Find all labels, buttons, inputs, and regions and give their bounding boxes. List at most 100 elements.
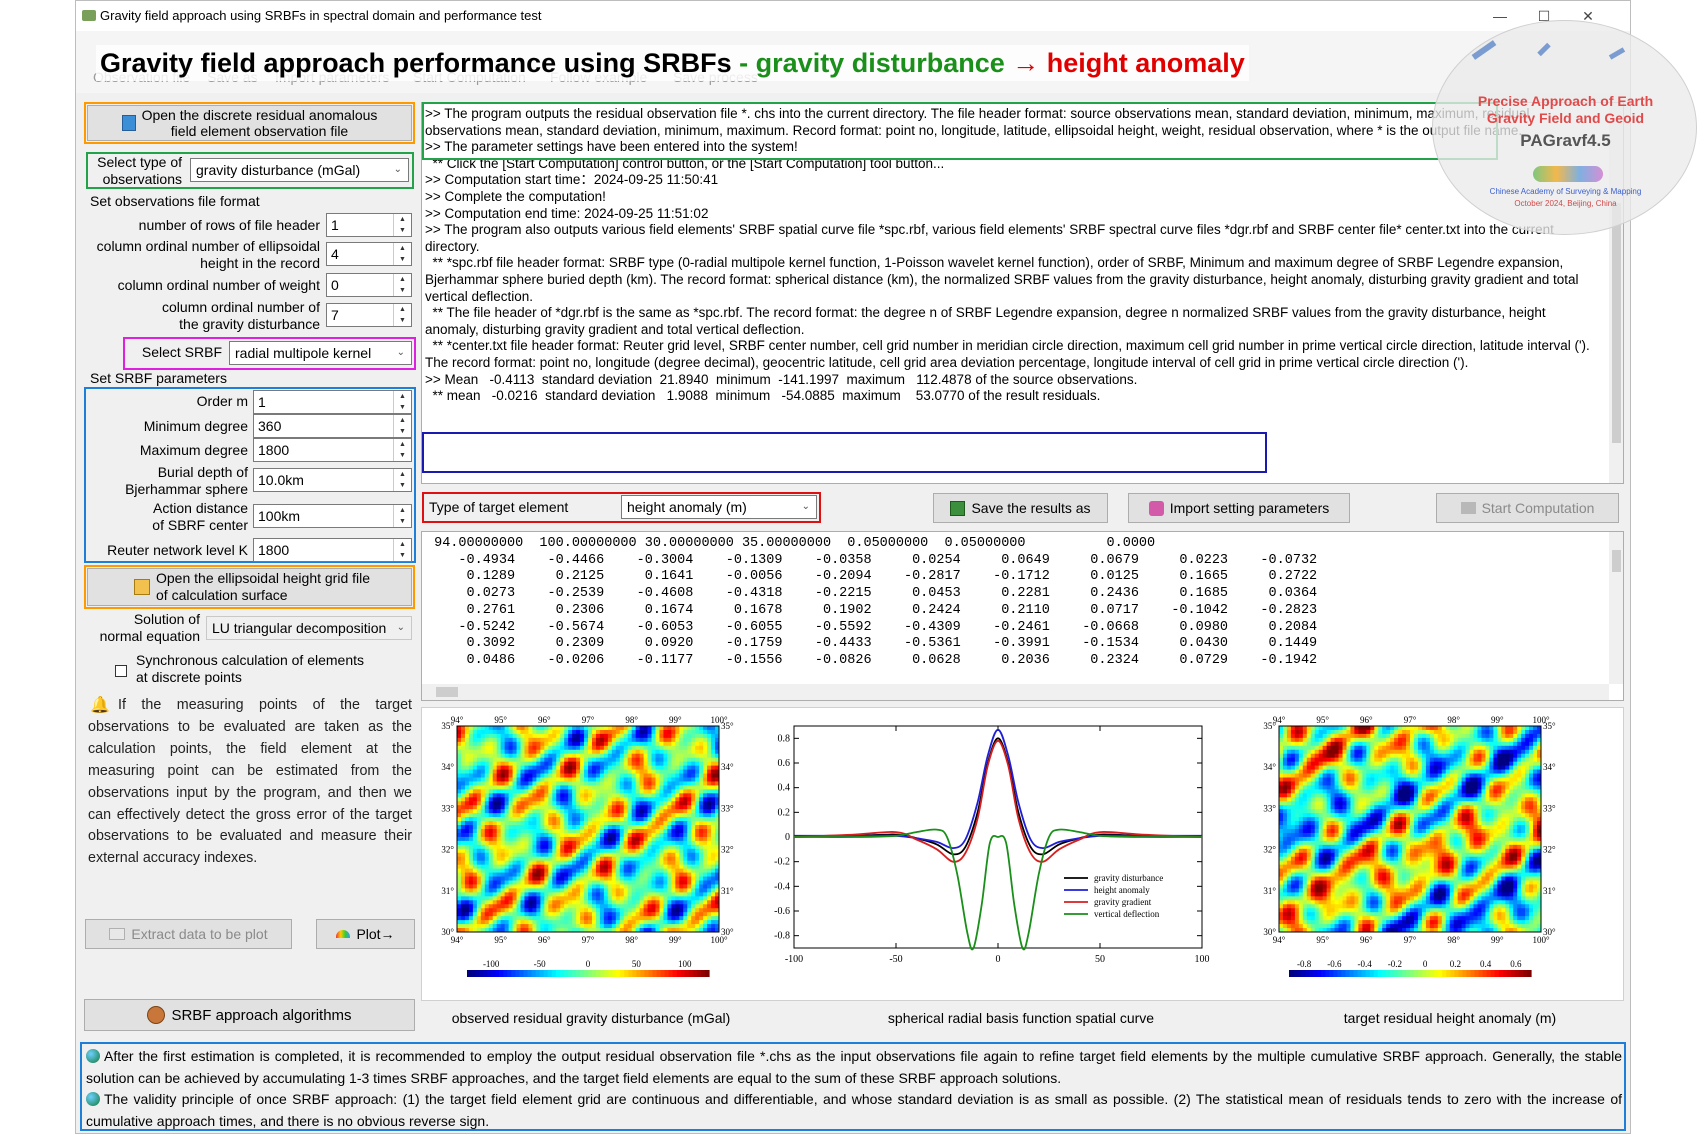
heatmap-cell <box>679 809 684 814</box>
heatmap-cell <box>643 821 649 826</box>
heatmap-cell <box>496 924 502 929</box>
sync-checkbox[interactable] <box>115 665 127 677</box>
heatmap-cell <box>1310 789 1316 794</box>
burial-depth-spin[interactable]: 10.0km ▲ ▼ <box>253 468 412 492</box>
heatmap-cell <box>639 813 645 818</box>
spin-arrows-icon[interactable]: ▲ ▼ <box>393 304 411 326</box>
heatmap-cell <box>607 840 613 846</box>
heatmap-cell <box>532 880 537 885</box>
heatmap-cell <box>548 860 553 866</box>
heatmap-cell <box>675 904 680 909</box>
spin-arrows-icon[interactable]: ▲ ▼ <box>393 505 411 527</box>
spin-arrows-icon[interactable]: ▲ ▼ <box>393 415 411 437</box>
weight-col-spin[interactable]: 0 ▲ ▼ <box>326 273 412 297</box>
heatmap-cell <box>584 737 589 743</box>
heatmap-cell <box>524 916 529 921</box>
spin-arrows-icon[interactable]: ▲ ▼ <box>393 469 411 491</box>
heatmap-cell <box>711 908 716 913</box>
target-select[interactable]: height anomaly (m) ⌄ <box>621 495 817 519</box>
heatmap-cell <box>707 726 712 731</box>
heatmap-cell <box>591 745 597 751</box>
heatmap-cell <box>508 852 514 858</box>
heatmap-cell <box>556 741 561 747</box>
heatmap-cell <box>619 765 625 771</box>
obs-type-select[interactable]: gravity disturbance (mGal) ⌄ <box>190 158 409 182</box>
spin-arrows-icon[interactable]: ▲ ▼ <box>393 391 411 413</box>
spin-arrows-icon[interactable]: ▲ ▼ <box>393 539 411 561</box>
heatmap-cell <box>679 793 684 798</box>
heatmap-cell <box>679 852 684 858</box>
save-results-button[interactable]: Save the results as <box>933 493 1108 523</box>
heatmap-cell <box>1310 741 1316 747</box>
spin-arrows-icon[interactable]: ▲ ▼ <box>393 274 411 296</box>
action-distance-spin[interactable]: 100km ▲ ▼ <box>253 504 412 528</box>
heatmap-cell <box>1358 801 1363 806</box>
heatmap-cell <box>524 912 529 917</box>
heatmap-cell <box>576 832 581 838</box>
grid-vscroll[interactable] <box>1609 532 1623 684</box>
reuter-level-spin[interactable]: 1800 ▲ ▼ <box>253 538 412 562</box>
order-spin[interactable]: 1 ▲ ▼ <box>253 390 412 414</box>
open-obs-button[interactable]: Open the discrete residual anomalous fie… <box>87 105 412 141</box>
rows-header-spin[interactable]: 1 ▲ ▼ <box>326 213 412 237</box>
heatmap-cell <box>572 817 577 822</box>
heatmap-cell <box>520 924 525 929</box>
heatmap-cell <box>548 920 553 925</box>
heatmap-cell <box>643 868 649 874</box>
heatmap-cell <box>480 844 486 850</box>
heatmap-cell <box>647 856 653 862</box>
grid-hscroll[interactable] <box>422 684 1609 700</box>
heatmap-cell <box>651 864 656 870</box>
plot-button[interactable]: Plot→ <box>316 919 415 949</box>
heatmap-cell <box>1362 749 1367 755</box>
srbf-select[interactable]: radial multipole kernel ⌄ <box>229 341 412 365</box>
heatmap-cell <box>1318 773 1324 778</box>
import-settings-button[interactable]: Import setting parameters <box>1128 493 1350 523</box>
heatmap-cell <box>667 805 672 810</box>
solution-select[interactable]: LU triangular decomposition ⌄ <box>206 616 412 640</box>
heatmap-cell <box>1441 781 1447 786</box>
spin-arrows-icon[interactable]: ▲ ▼ <box>393 243 411 265</box>
spin-arrows-icon[interactable]: ▲ ▼ <box>393 214 411 236</box>
ellip-col-spin[interactable]: 4 ▲ ▼ <box>326 242 412 266</box>
heatmap-cell <box>1314 741 1320 747</box>
start-computation-button[interactable]: Start Computation <box>1436 493 1619 523</box>
grid-vscroll-thumb[interactable] <box>1612 550 1621 572</box>
heatmap-cell <box>655 856 660 862</box>
gd-col-spin[interactable]: 7 ▲ ▼ <box>326 303 412 327</box>
heatmap-cell <box>1481 781 1486 786</box>
colorbar-cell <box>668 970 674 977</box>
heatmap-cell <box>687 868 692 874</box>
extract-label: Extract data to be plot <box>131 926 268 942</box>
heatmap-cell <box>1457 777 1463 782</box>
heatmap-cell <box>588 813 593 818</box>
grid-output[interactable]: 94.00000000 100.00000000 30.00000000 35.… <box>421 531 1624 701</box>
heatmap-cell <box>1390 781 1395 786</box>
heatmap-cell <box>544 880 549 885</box>
heatmap-cell <box>1314 737 1320 743</box>
log-scroll-thumb[interactable] <box>1612 203 1621 443</box>
algorithms-button[interactable]: SRBF approach algorithms <box>84 999 415 1031</box>
grid-hscroll-thumb[interactable] <box>436 687 458 697</box>
heatmap-cell <box>679 856 684 862</box>
max-degree-spin[interactable]: 1800 ▲ ▼ <box>253 438 412 462</box>
heatmap-cell <box>1461 761 1467 767</box>
heatmap-cell <box>1453 781 1459 786</box>
heatmap-cell <box>568 757 573 763</box>
heatmap-cell <box>691 904 696 909</box>
heatmap-cell <box>1279 729 1284 735</box>
heatmap-cell <box>1282 797 1288 802</box>
open-grid-button[interactable]: Open the ellipsoidal height grid file of… <box>87 568 412 606</box>
heatmap-cell <box>548 801 553 806</box>
heatmap-cell <box>1529 737 1534 743</box>
heatmap-cell <box>544 777 549 782</box>
extract-button[interactable]: Extract data to be plot <box>85 919 292 949</box>
heatmap-cell <box>599 876 605 881</box>
heatmap-cell <box>504 916 510 921</box>
spin-arrows-icon[interactable]: ▲ ▼ <box>393 439 411 461</box>
min-degree-spin[interactable]: 360 ▲ ▼ <box>253 414 412 438</box>
colorbar-cell <box>491 970 496 977</box>
heatmap-cell <box>580 785 585 790</box>
heatmap-cell <box>603 741 609 747</box>
heatmap-cell <box>476 757 482 763</box>
